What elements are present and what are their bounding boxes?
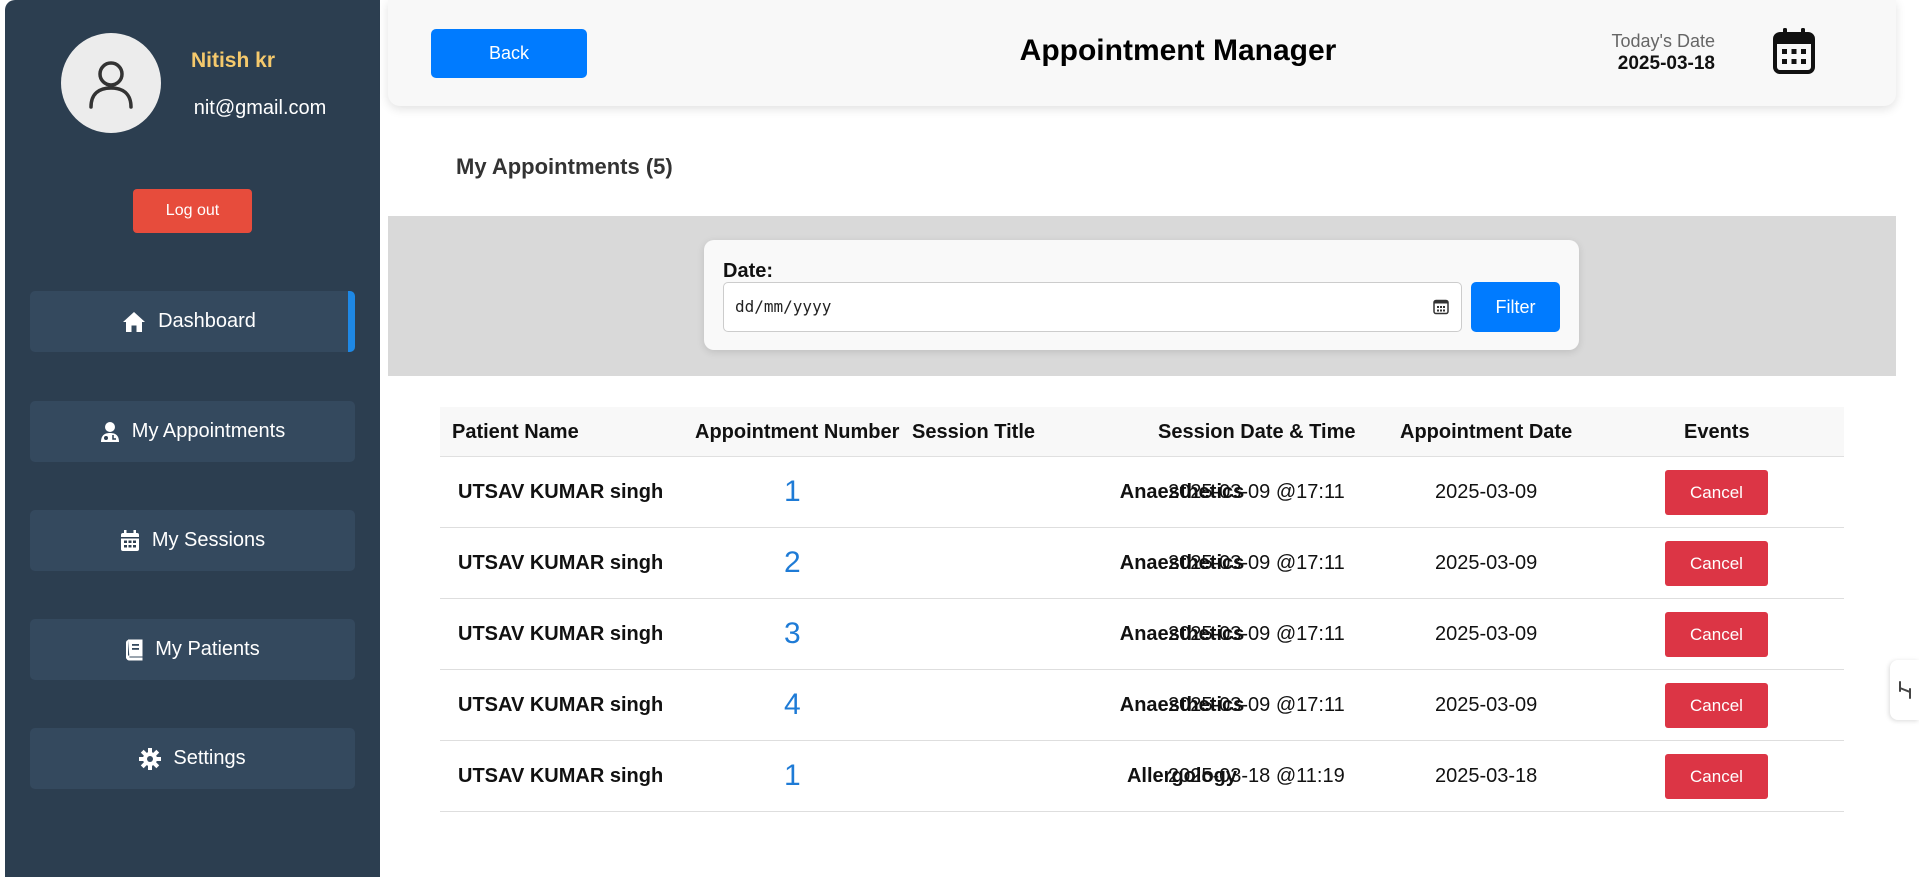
table-row: UTSAV KUMAR singh 3 Anaesthetics 2025-03… [440,599,1844,670]
sidebar-item-my-patients[interactable]: My Patients [30,619,355,680]
patient-name: UTSAV KUMAR singh [458,481,664,503]
filter-card: Date: dd/mm/yyyy Filter [704,240,1579,350]
back-button[interactable]: Back [431,29,587,78]
column-header: Appointment Number [695,421,900,443]
patient-name: UTSAV KUMAR singh [458,552,664,574]
session-datetime: 2025-03-09 @17:11 [1168,694,1345,716]
calendar-icon [120,529,139,551]
today-date-value: 2025-03-18 [1617,53,1715,74]
avatar [61,33,161,133]
date-input-placeholder: dd/mm/yyyy [735,297,832,316]
profile-email: nit@gmail.com [193,97,327,119]
gear-icon [139,747,162,770]
cancel-button[interactable]: Cancel [1665,754,1768,799]
patient-name: UTSAV KUMAR singh [458,623,664,645]
sidebar-item-dashboard[interactable]: Dashboard [30,291,355,352]
sidebar-item-label: Dashboard [158,310,256,332]
filter-band: Date: dd/mm/yyyy Filter [388,216,1896,376]
patient-name: UTSAV KUMAR singh [458,765,664,787]
table-row: UTSAV KUMAR singh 1 Anaesthetics 2025-03… [440,457,1844,528]
column-header: Session Title [912,421,1036,443]
column-header: Appointment Date [1400,421,1573,443]
section-title: My Appointments (5) [456,154,673,179]
column-header: Patient Name [452,421,579,443]
sidebar-item-my-sessions[interactable]: My Sessions [30,510,355,571]
table-header: Patient Name Appointment Number Session … [440,407,1844,457]
column-header: Events [1684,421,1750,443]
column-header: Session Date & Time [1158,421,1356,443]
book-icon [126,639,143,660]
today-date-label: Today's Date [1611,31,1716,51]
cancel-button[interactable]: Cancel [1665,470,1768,515]
sidebar-item-label: My Sessions [151,529,266,551]
appointment-date: 2025-03-09 [1435,552,1538,574]
resize-handle-icon [1898,681,1911,699]
appointments-table: Patient Name Appointment Number Session … [440,407,1844,812]
sidebar-item-settings[interactable]: Settings [30,728,355,789]
logout-button[interactable]: Log out [133,189,252,233]
user-icon [89,61,133,109]
appointment-date: 2025-03-09 [1435,481,1538,503]
profile-name: Nitish kr [190,49,276,72]
sidebar-item-label: My Appointments [131,420,286,442]
date-filter-label: Date: [723,260,774,282]
sidebar-item-label: My Patients [155,638,260,660]
table-row: UTSAV KUMAR singh 2 Anaesthetics 2025-03… [440,528,1844,599]
top-header: Back Appointment Manager Today's Date 20… [388,0,1896,106]
table-row: UTSAV KUMAR singh 4 Anaesthetics 2025-03… [440,670,1844,741]
page-title: Appointment Manager [1019,34,1337,67]
calendar-icon [1773,28,1815,74]
cancel-button[interactable]: Cancel [1665,541,1768,586]
side-panel-toggle[interactable] [1890,660,1919,720]
appointment-date: 2025-03-18 [1435,765,1538,787]
date-picker-icon[interactable] [1433,298,1449,315]
session-datetime: 2025-03-09 @17:11 [1168,623,1345,645]
sidebar-item-label: Settings [173,747,246,769]
session-datetime: 2025-03-18 @11:19 [1168,765,1345,787]
patient-name: UTSAV KUMAR singh [458,694,664,716]
sidebar-item-my-appointments[interactable]: My Appointments [30,401,355,462]
appointment-date: 2025-03-09 [1435,623,1538,645]
session-datetime: 2025-03-09 @17:11 [1168,552,1345,574]
date-filter-input[interactable]: dd/mm/yyyy [723,282,1462,332]
filter-button[interactable]: Filter [1471,282,1560,332]
appointment-date: 2025-03-09 [1435,694,1538,716]
cancel-button[interactable]: Cancel [1665,612,1768,657]
table-row: UTSAV KUMAR singh 1 Allergology 2025-03-… [440,741,1844,812]
home-icon [123,311,146,332]
session-datetime: 2025-03-09 @17:11 [1168,481,1345,503]
doctor-icon [100,421,119,442]
cancel-button[interactable]: Cancel [1665,683,1768,728]
sidebar: Nitish kr nit@gmail.com Log out Dashboar… [5,0,380,877]
